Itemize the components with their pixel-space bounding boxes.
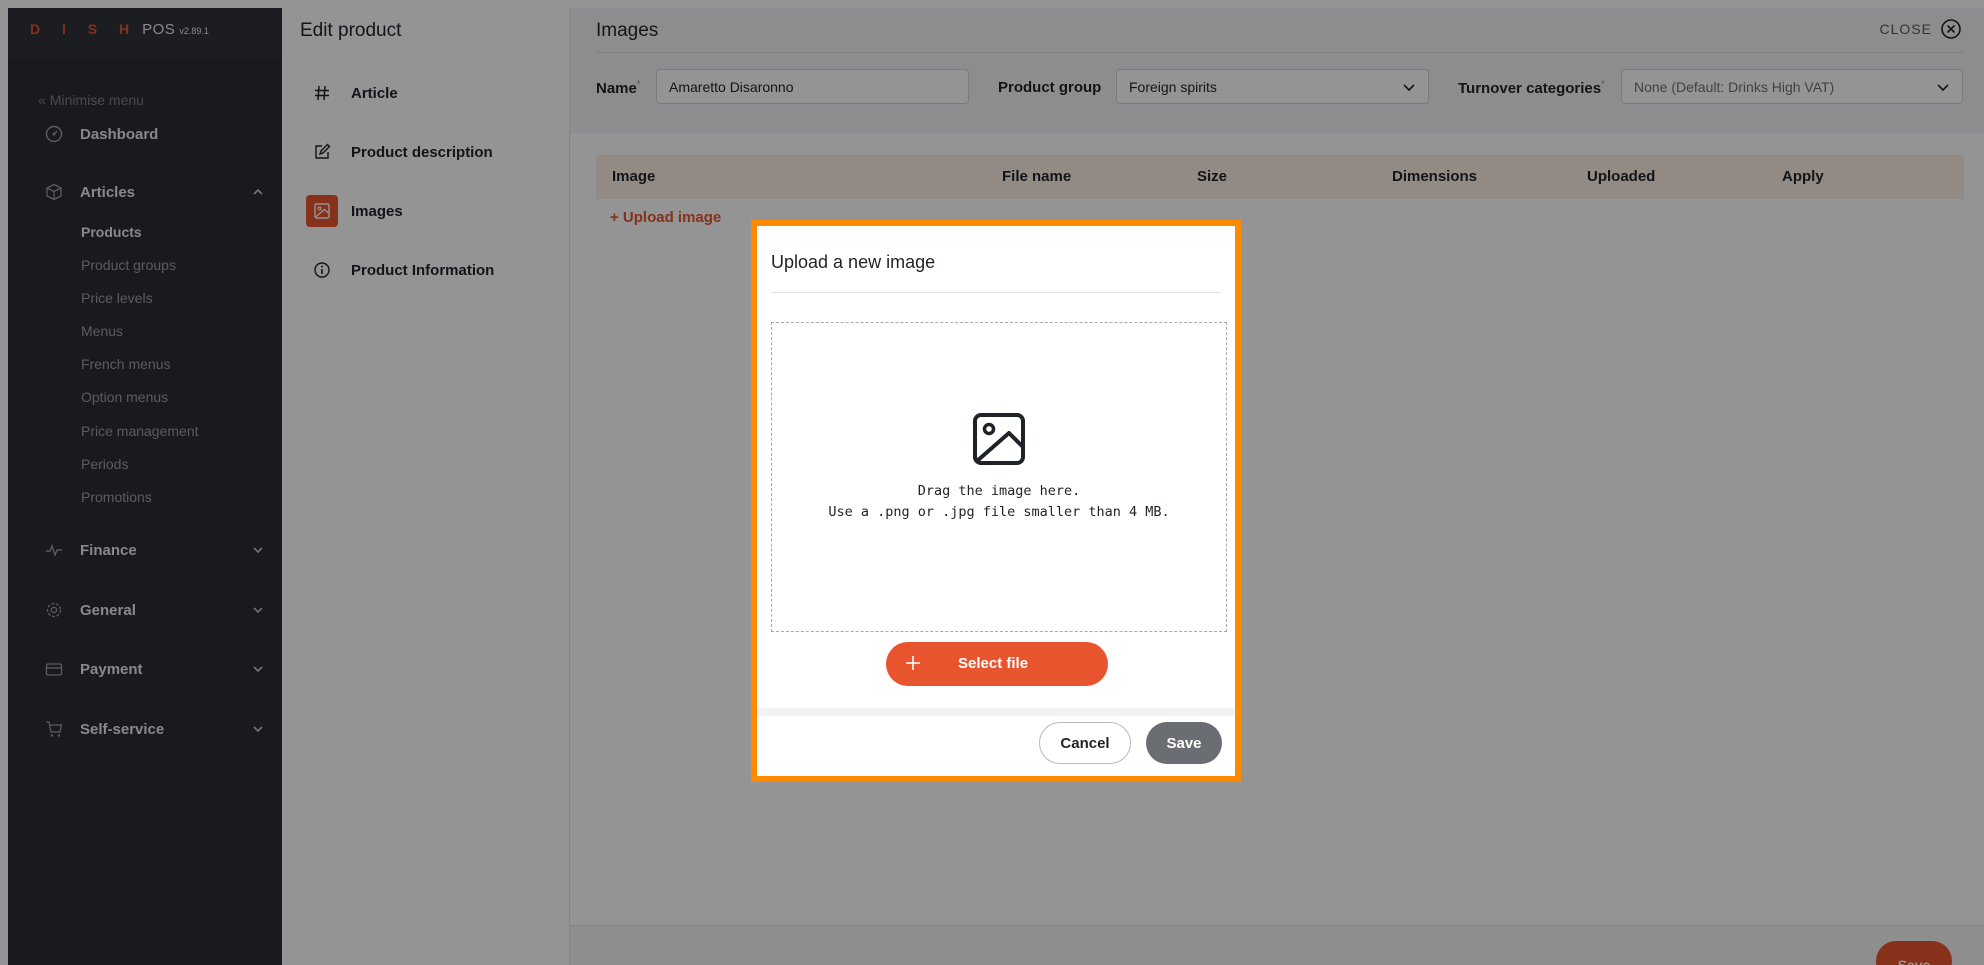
modal-divider [771,292,1221,293]
dropzone-instruction: Drag the image here. [917,483,1081,499]
image-placeholder-icon [973,413,1025,465]
cancel-button[interactable]: Cancel [1039,722,1131,764]
select-file-label: Select file [958,655,1029,672]
modal-footer: Cancel Save [757,708,1235,776]
upload-image-modal: Upload a new image Drag the image here. … [751,220,1241,782]
modal-save-button[interactable]: Save [1146,722,1222,764]
modal-title: Upload a new image [771,252,936,272]
select-file-button[interactable]: Select file [886,642,1108,686]
plus-icon [906,656,920,670]
image-dropzone[interactable]: Drag the image here. Use a .png or .jpg … [771,322,1227,632]
dropzone-requirements: Use a .png or .jpg file smaller than 4 M… [828,504,1170,520]
